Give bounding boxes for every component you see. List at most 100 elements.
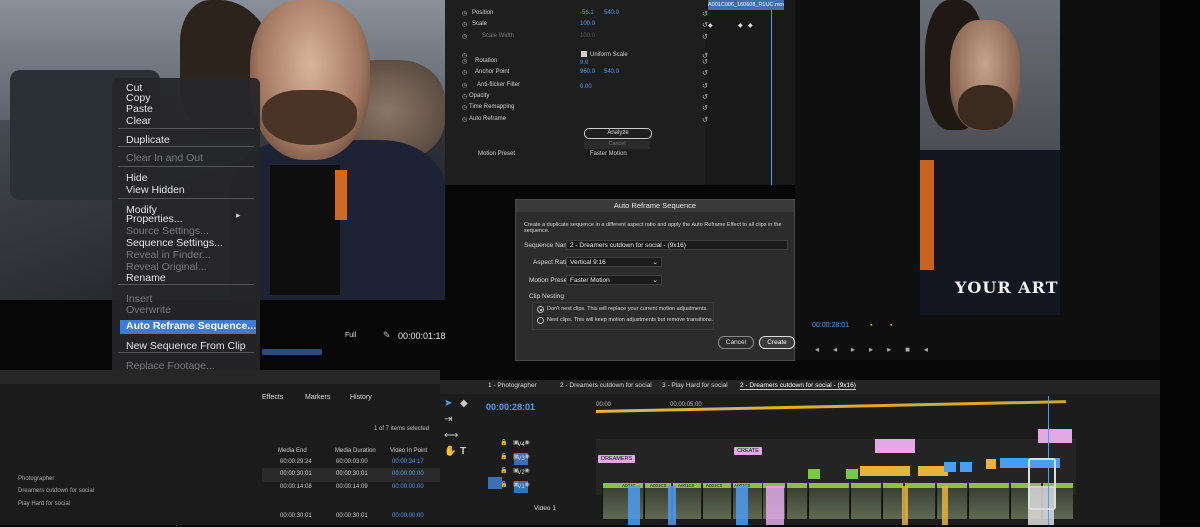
video-clip[interactable]	[936, 483, 967, 519]
stopwatch-icon[interactable]: ◷	[462, 116, 467, 123]
video-clip[interactable]	[808, 483, 849, 519]
tab-effects[interactable]: Effects	[262, 394, 283, 401]
selected-clip-outline[interactable]	[1028, 458, 1056, 510]
graphic-label-create[interactable]: CREATE	[734, 447, 762, 455]
adjustment-clip[interactable]	[668, 486, 676, 525]
menu-item-sequence-settings[interactable]: Sequence Settings...	[126, 237, 223, 249]
selection-tool-icon[interactable]: ➤	[444, 398, 452, 409]
wrench-icon[interactable]: ✎	[383, 330, 391, 341]
reset-icon[interactable]: ↺	[702, 21, 708, 29]
menu-item-view-hidden[interactable]: View Hidden	[126, 184, 185, 196]
adjustment-clip[interactable]	[766, 486, 784, 525]
adjustment-clip[interactable]	[942, 486, 948, 525]
stopwatch-icon[interactable]: ◷	[462, 10, 467, 17]
sequence-name-input[interactable]: 2 - Dreamers cutdown for social - (9x16)	[566, 240, 788, 250]
track-controls[interactable]: 🔒 ▣ ◉	[500, 453, 532, 460]
clip-segment[interactable]	[944, 462, 956, 472]
menu-item-overwrite[interactable]: Overwrite	[126, 304, 171, 316]
timeline-tab-3[interactable]: 3 - Play Hard for social	[662, 382, 728, 389]
menu-item-properties[interactable]: Properties...	[126, 213, 183, 225]
project-item-name[interactable]: Photographer	[18, 476, 54, 482]
track-controls[interactable]: 🔒 ▣ ◉	[500, 467, 532, 474]
timeline-tab-4[interactable]: 2 - Dreamers cutdown for social - (9x16)	[740, 382, 856, 390]
create-button[interactable]: Create	[759, 336, 795, 349]
adjustment-clip[interactable]	[902, 486, 908, 525]
project-item-name[interactable]: Dreamers cutdown for social	[18, 488, 94, 494]
reset-icon[interactable]: ↺	[702, 116, 708, 124]
graphic-clip[interactable]	[875, 439, 915, 453]
video-clip[interactable]	[882, 483, 903, 519]
adjustment-clip[interactable]	[628, 486, 640, 525]
reset-icon[interactable]: ↺	[702, 93, 708, 101]
adjustment-clip[interactable]	[736, 486, 748, 525]
stopwatch-icon[interactable]: ◷	[462, 58, 467, 65]
video-clip[interactable]	[672, 483, 701, 519]
clip-segment[interactable]	[860, 466, 910, 476]
effect-row-value[interactable]: 100.0	[580, 33, 595, 39]
ripple-edit-icon[interactable]: ⟷	[444, 430, 458, 441]
track-controls[interactable]: 🔒 ▣ ◉	[500, 481, 532, 488]
radio-dont-nest[interactable]	[537, 306, 544, 313]
stopwatch-icon[interactable]: ◷	[462, 69, 467, 76]
clip-segment[interactable]	[808, 469, 820, 479]
analyze-button[interactable]: Analyze	[584, 128, 652, 139]
effect-row-value[interactable]: 960.0	[580, 69, 595, 75]
menu-item-hide[interactable]: Hide	[126, 172, 148, 184]
keyframe-icon[interactable]: ◆	[748, 22, 753, 29]
track-controls[interactable]: 🔒 ▣ ◉	[500, 439, 532, 446]
menu-item-paste[interactable]: Paste	[126, 103, 153, 115]
video-clip[interactable]	[968, 483, 1009, 519]
reset-icon[interactable]: ↺	[702, 10, 708, 18]
aspect-ratio-select[interactable]: Vertical 9:16 ⌄	[566, 257, 662, 267]
tab-history[interactable]: History	[350, 394, 372, 401]
program-transport-buttons[interactable]: ◂◂▸▸▸■◂	[815, 345, 1155, 357]
reset-icon[interactable]: ↺	[702, 82, 708, 90]
video-clip[interactable]	[702, 483, 731, 519]
keyframe-icon[interactable]: ◆	[738, 22, 743, 29]
track-select-icon[interactable]: ⇥	[444, 414, 452, 425]
menu-item-new-sequence-from-clip[interactable]: New Sequence From Clip	[126, 340, 246, 352]
tab-markers[interactable]: Markers	[305, 394, 330, 401]
project-item-name[interactable]: Play Hard for social	[18, 501, 70, 507]
uniform-scale-checkbox[interactable]	[581, 51, 587, 57]
source-zoom-bar[interactable]	[262, 349, 322, 355]
effect-row-value[interactable]: 0.00	[580, 84, 592, 90]
cancel-button[interactable]: Cancel	[718, 336, 754, 349]
stopwatch-icon[interactable]: ◷	[462, 104, 467, 111]
reset-icon[interactable]: ↺	[702, 104, 708, 112]
video-clip[interactable]	[904, 483, 935, 519]
menu-item-rename[interactable]: Rename	[126, 272, 166, 284]
menu-item-reveal-in-finder[interactable]: Reveal in Finder...	[126, 249, 211, 261]
clip-segment[interactable]	[846, 469, 858, 479]
timeline-tab-1[interactable]: 1 - Photographer	[488, 382, 537, 389]
source-patch-v1[interactable]	[488, 477, 502, 489]
effect-row-value-2[interactable]: 540.0	[604, 10, 619, 16]
work-area-bar[interactable]	[595, 400, 1066, 413]
zoom-select[interactable]: Full	[345, 332, 356, 339]
effect-row-value[interactable]: -56.1	[580, 10, 594, 16]
radio-nest[interactable]	[537, 317, 544, 324]
video-clip[interactable]	[644, 483, 671, 519]
stopwatch-icon[interactable]: ◷	[462, 93, 467, 100]
effect-row-value[interactable]: 0.0	[580, 60, 588, 66]
video-clip[interactable]	[786, 483, 807, 519]
type-tool-icon[interactable]: T	[460, 446, 466, 457]
menu-item-auto-reframe-sequence[interactable]: Auto Reframe Sequence...	[126, 320, 256, 332]
reset-icon[interactable]: ↺	[702, 33, 708, 41]
keyframe-icon[interactable]: ◆	[708, 22, 713, 29]
video-clip[interactable]	[850, 483, 881, 519]
stopwatch-icon[interactable]: ◷	[462, 82, 467, 89]
reset-icon[interactable]: ↺	[702, 69, 708, 77]
menu-item-duplicate[interactable]: Duplicate	[126, 134, 170, 146]
stopwatch-icon[interactable]: ◷	[462, 21, 467, 28]
menu-item-clear[interactable]: Clear	[126, 115, 151, 127]
menu-item-source-settings[interactable]: Source Settings...	[126, 225, 209, 237]
menu-item-clear-in-and-out[interactable]: Clear In and Out	[126, 152, 203, 164]
graphic-label-dreamers[interactable]: DREAMERS	[598, 455, 636, 463]
stopwatch-icon[interactable]: ◷	[462, 33, 467, 40]
effect-row-value[interactable]: 100.0	[580, 21, 595, 27]
slip-tool-icon[interactable]: ◆	[460, 398, 468, 409]
reset-icon[interactable]: ↺	[702, 58, 708, 66]
effect-row-value-2[interactable]: 540.0	[604, 69, 619, 75]
graphic-clip[interactable]	[1038, 429, 1072, 443]
